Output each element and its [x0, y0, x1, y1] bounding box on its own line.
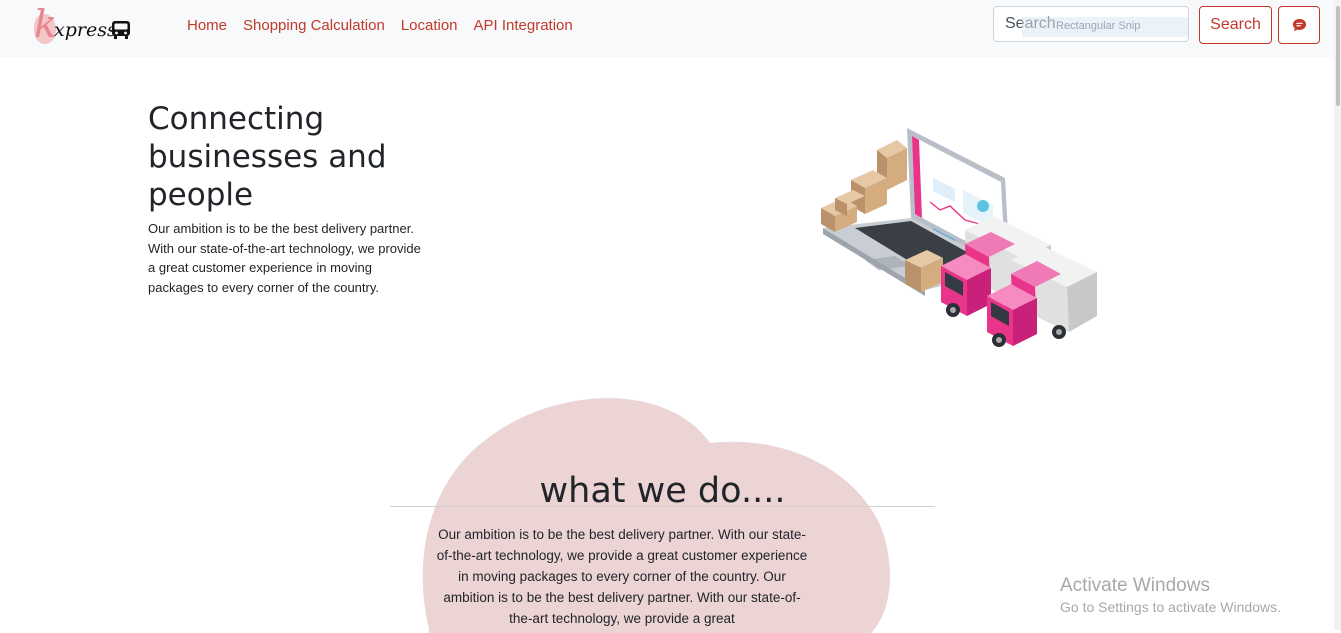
chat-button[interactable] — [1278, 6, 1320, 44]
activate-windows-subtitle: Go to Settings to activate Windows. — [1060, 599, 1281, 615]
activate-windows-watermark: Activate Windows Go to Settings to activ… — [1060, 575, 1281, 617]
brand-name: xpress — [54, 19, 117, 41]
brand-logo[interactable]: k xpress — [34, 2, 134, 46]
snip-hint: Rectangular Snip — [1056, 20, 1141, 32]
nav-link-shopping-calculation[interactable]: Shopping Calculation — [243, 17, 385, 35]
section-title: what we do.... — [539, 471, 786, 511]
navbar: k xpress Home Shopping Calculation Locat… — [0, 0, 1341, 57]
bus-icon — [112, 21, 130, 39]
nav-links: Home Shopping Calculation Location API I… — [187, 17, 573, 35]
hero-title: Connecting businesses and people — [148, 101, 387, 213]
hero-description: Our ambition is to be the best delivery … — [148, 221, 421, 295]
section-description: Our ambition is to be the best delivery … — [436, 527, 808, 626]
chat-icon — [1292, 18, 1307, 32]
scrollbar-thumb[interactable] — [1336, 6, 1340, 106]
nav-link-home[interactable]: Home — [187, 17, 227, 35]
delivery-illustration — [821, 128, 1097, 347]
nav-link-api-integration[interactable]: API Integration — [474, 17, 573, 35]
nav-link-location[interactable]: Location — [401, 17, 458, 35]
search-button[interactable]: Search — [1199, 6, 1272, 44]
activate-windows-title: Activate Windows — [1060, 575, 1210, 596]
